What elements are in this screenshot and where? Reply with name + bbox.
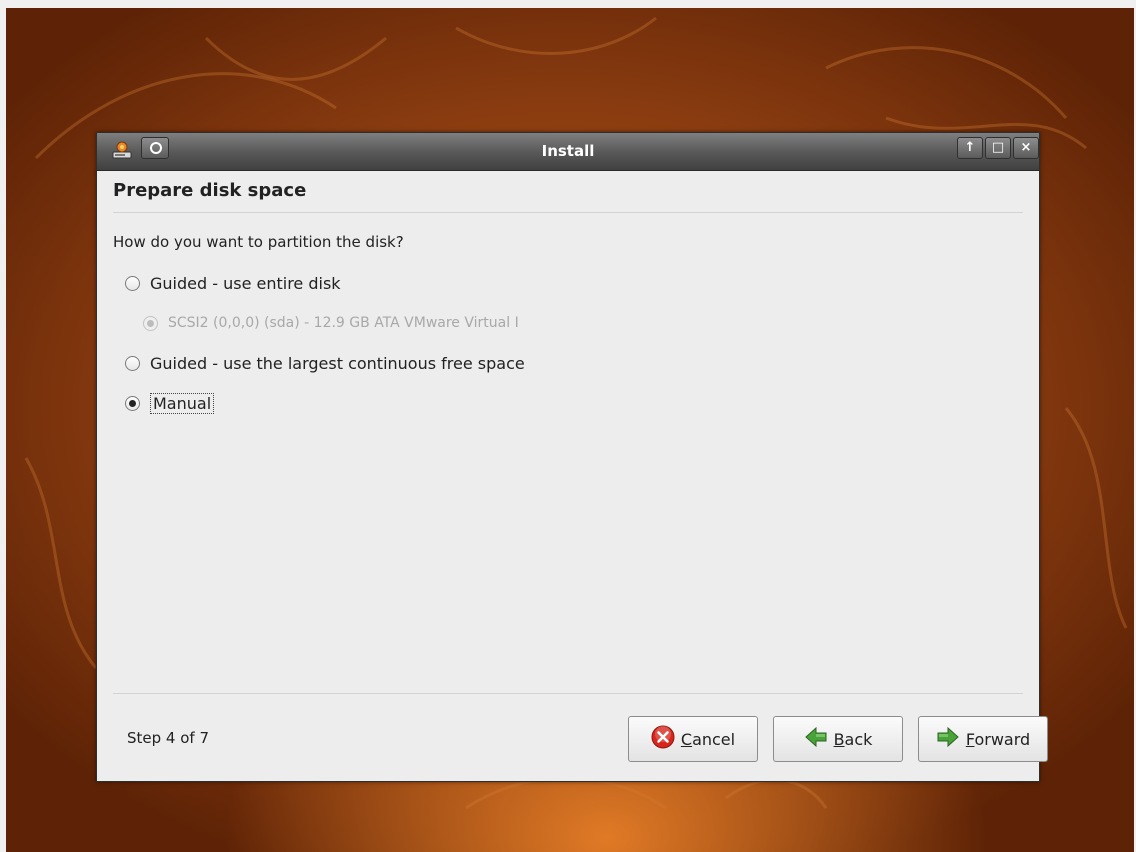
cancel-button[interactable]: Cancel (628, 716, 758, 762)
install-window: Install ↑ □ × Prepare disk space How do … (96, 132, 1048, 782)
heading-divider (113, 212, 1023, 213)
shade-button[interactable]: ↑ (957, 137, 983, 159)
option-guided-largest-free[interactable]: Guided - use the largest continuous free… (125, 354, 525, 373)
page-heading: Prepare disk space (113, 180, 307, 201)
maximize-button[interactable]: □ (985, 137, 1011, 159)
option-label: Guided - use the largest continuous free… (150, 354, 525, 373)
radio-guided-largest-free[interactable] (125, 356, 140, 371)
step-indicator: Step 4 of 7 (127, 729, 210, 747)
cancel-label-rest: ancel (692, 729, 736, 749)
back-arrow-icon (804, 726, 828, 752)
footer-divider (113, 693, 1023, 694)
option-label: Manual (150, 393, 215, 414)
back-mnemonic: B (833, 729, 845, 749)
title-bar[interactable]: Install ↑ □ × (97, 133, 1039, 171)
partition-question: How do you want to partition the disk? (113, 233, 404, 251)
radio-disk-sda (143, 315, 158, 331)
cancel-icon (651, 725, 675, 753)
option-label: SCSI2 (0,0,0) (sda) - 12.9 GB ATA VMware… (168, 315, 519, 331)
forward-arrow-icon (936, 726, 960, 752)
forward-label-rest: orward (974, 729, 1031, 749)
forward-button[interactable]: Forward (918, 716, 1048, 762)
back-label-rest: ack (844, 729, 873, 749)
back-button[interactable]: Back (773, 716, 903, 762)
close-button[interactable]: × (1013, 137, 1039, 159)
back-label: Back (834, 730, 873, 749)
option-label: Guided - use entire disk (150, 274, 341, 293)
cancel-label: Cancel (681, 730, 735, 749)
cancel-mnemonic: C (680, 729, 693, 749)
radio-guided-entire-disk[interactable] (125, 276, 140, 291)
option-disk-sda: SCSI2 (0,0,0) (sda) - 12.9 GB ATA VMware… (143, 315, 519, 331)
forward-label: Forward (966, 730, 1030, 749)
window-title: Install (541, 142, 595, 160)
option-guided-entire-disk[interactable]: Guided - use entire disk (125, 274, 341, 293)
radio-manual[interactable] (125, 396, 140, 411)
option-manual[interactable]: Manual (125, 393, 215, 414)
